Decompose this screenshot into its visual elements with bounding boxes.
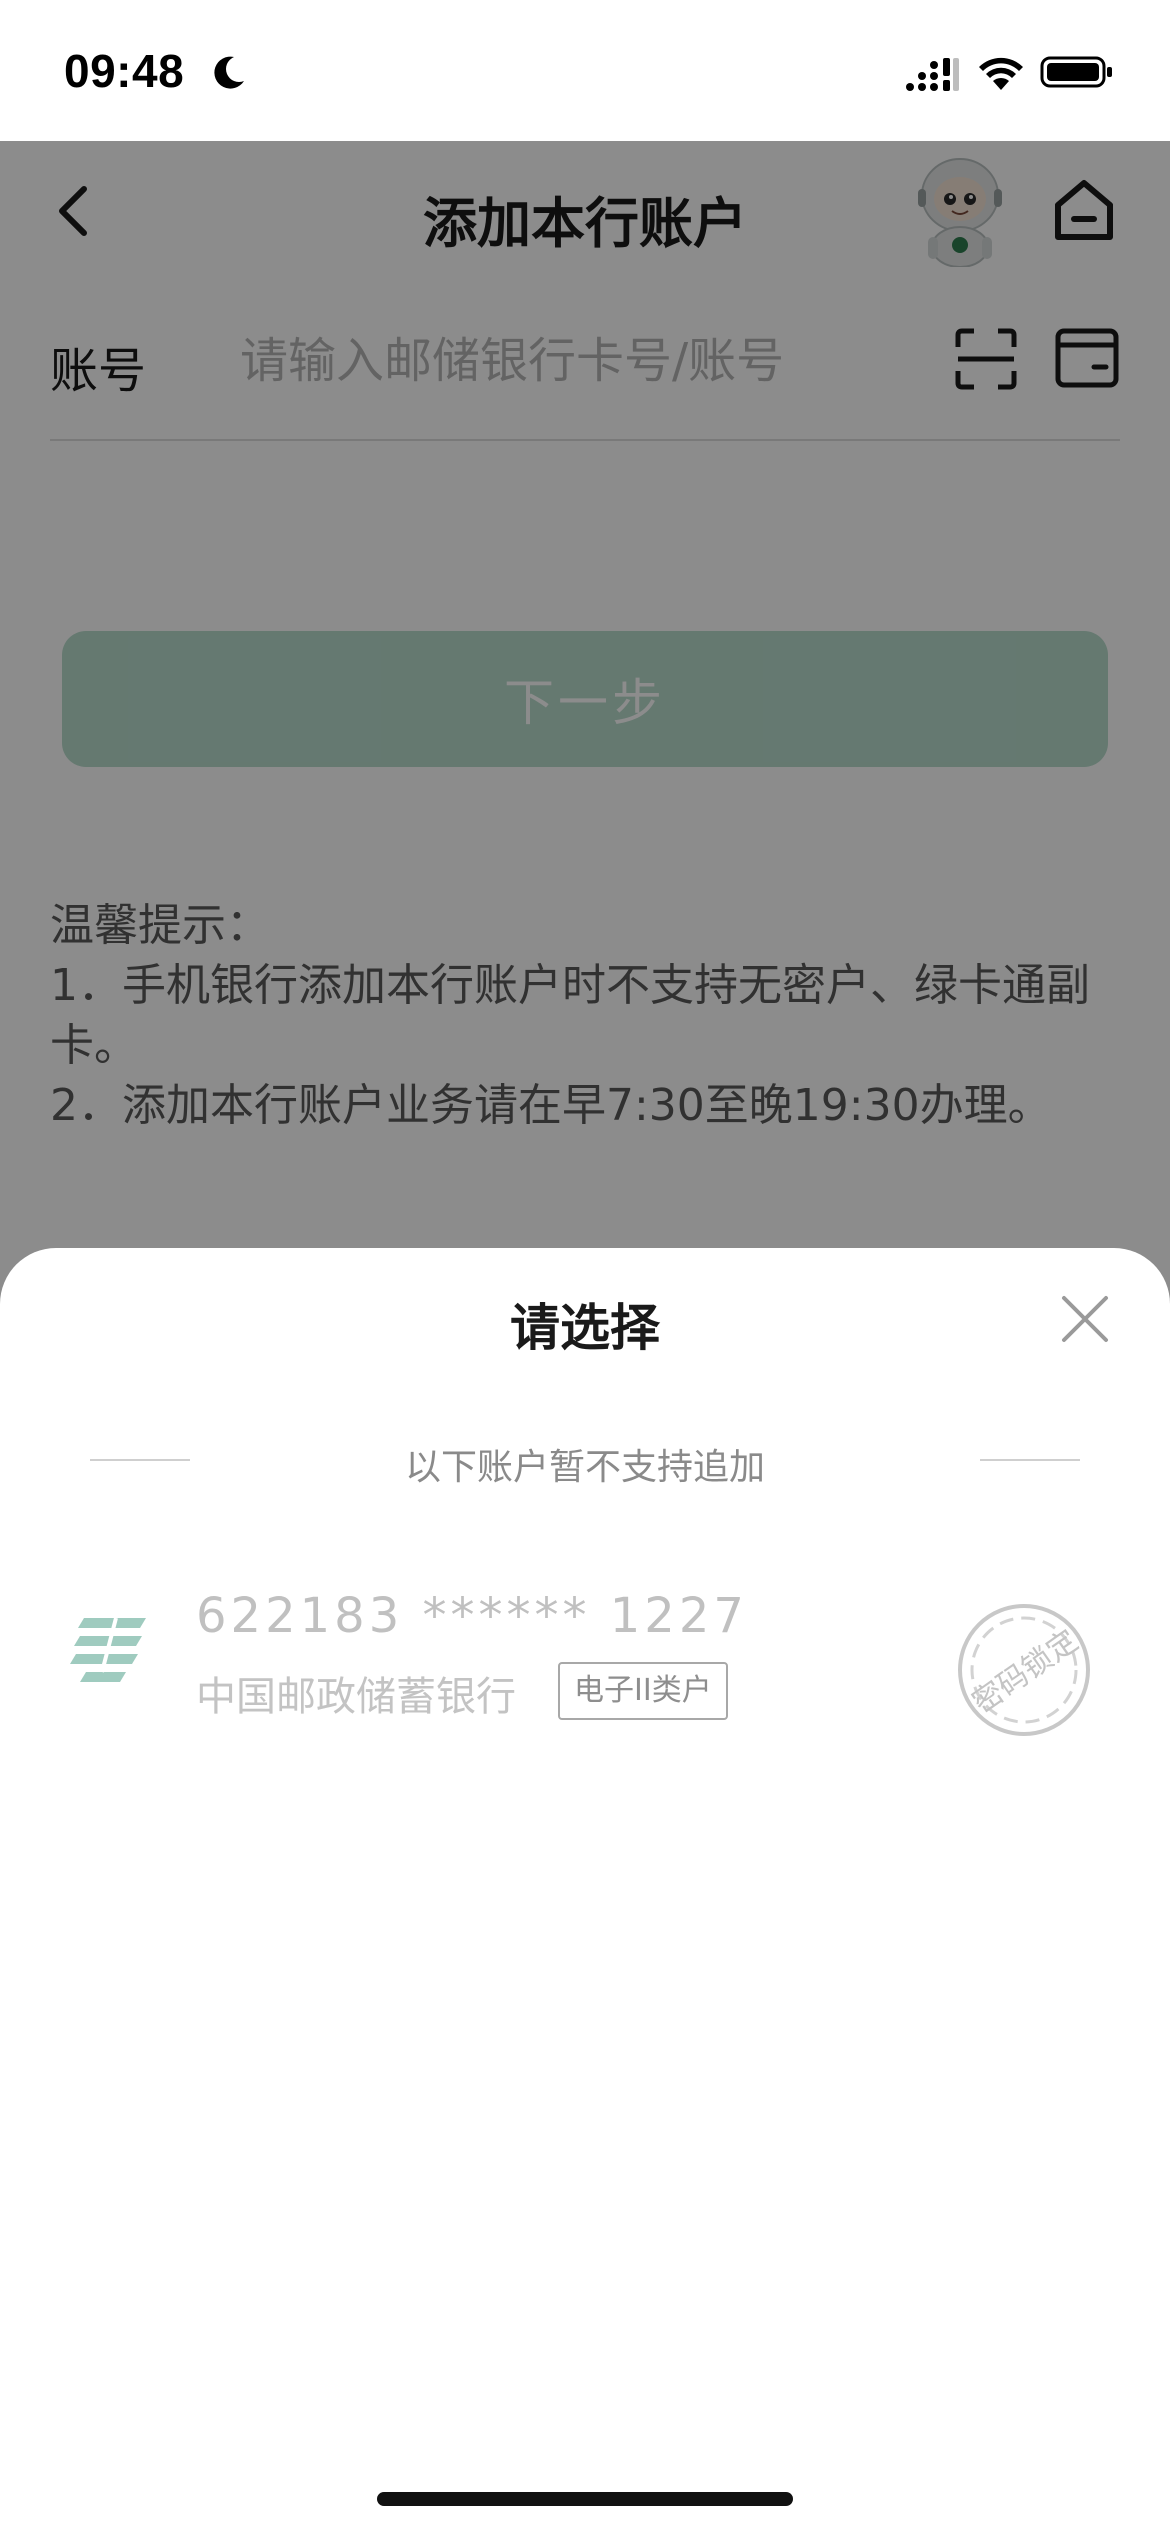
status-time: 09:48 (64, 45, 185, 97)
sheet-title: 请选择 (510, 1299, 660, 1357)
section-divider: 以下账户暂不支持追加 (90, 1428, 1080, 1492)
wifi-icon (979, 57, 1023, 90)
card-number: 622183 ****** 1227 (196, 1588, 748, 1644)
account-type-tag: 电子II类户 (558, 1662, 728, 1720)
battery-icon (1040, 56, 1112, 88)
close-icon[interactable] (1058, 1292, 1112, 1346)
status-bar: 09:48 (0, 0, 1170, 141)
moon-icon (214, 56, 244, 89)
home-indicator (377, 2492, 793, 2506)
select-account-sheet: 请选择 以下账户暂不支持追加 622183 ****** 1227 中国邮政储蓄… (0, 1248, 1170, 2532)
cellular-signal-icon (906, 58, 959, 91)
section-note: 以下账户暂不支持追加 (404, 1447, 765, 1488)
bank-name: 中国邮政储蓄银行 (196, 1674, 516, 1720)
password-locked-stamp-icon: 密码锁定 (958, 1604, 1090, 1736)
postal-bank-logo-icon (70, 1617, 146, 1682)
divider-line-right (980, 1459, 1080, 1461)
account-list-item: 622183 ****** 1227 中国邮政储蓄银行 电子II类户 密码锁定 (0, 1568, 1170, 1736)
